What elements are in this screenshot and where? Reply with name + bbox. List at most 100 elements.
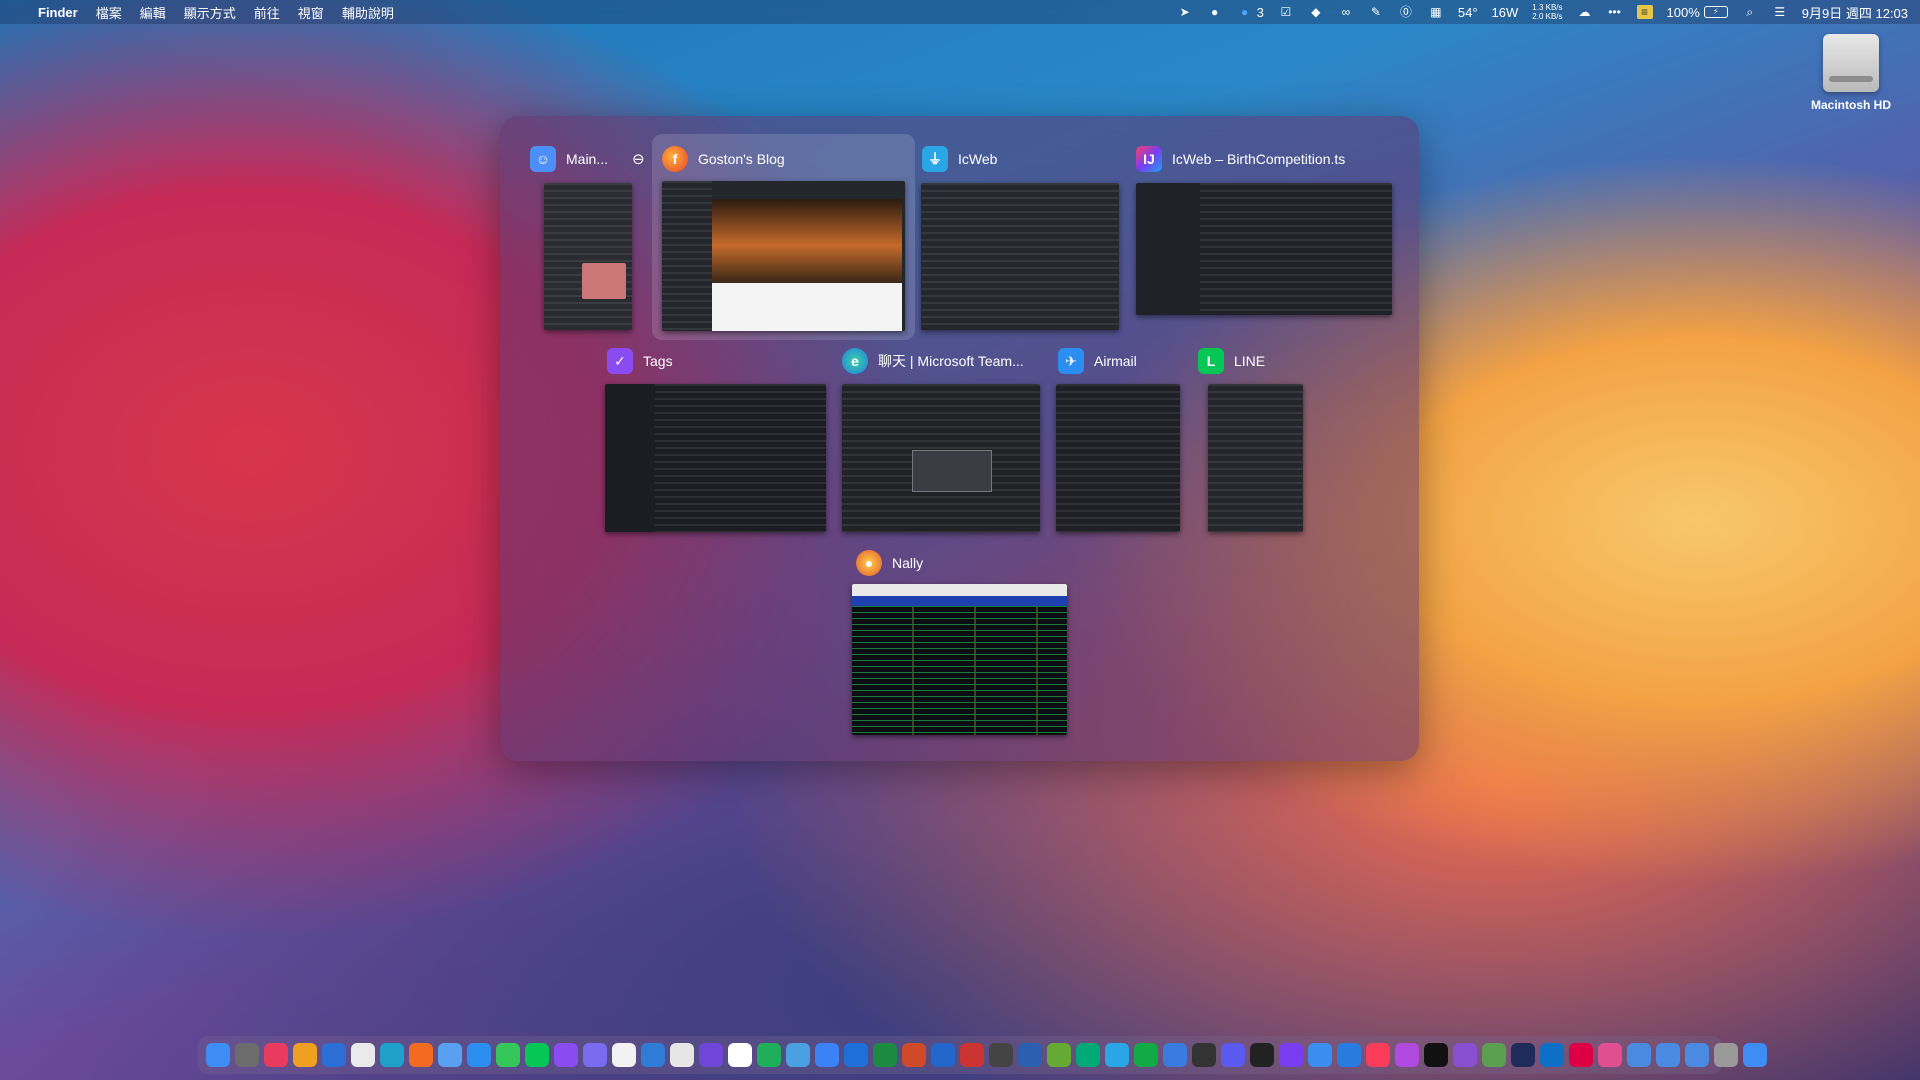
- window-thumbnail-airmail[interactable]: [1056, 384, 1180, 532]
- dock-app-icon[interactable]: [322, 1043, 346, 1067]
- dock-app-icon[interactable]: [786, 1043, 810, 1067]
- line-status-icon[interactable]: ●: [1207, 5, 1223, 19]
- dock-app-icon[interactable]: [264, 1043, 288, 1067]
- menu-file[interactable]: 檔案: [96, 3, 122, 22]
- dock-app-icon[interactable]: [1656, 1043, 1680, 1067]
- window-thumbnail-icweb[interactable]: [921, 183, 1119, 330]
- search-icon[interactable]: ⌕: [1742, 5, 1758, 19]
- window-thumbnail-tags[interactable]: [605, 384, 826, 532]
- dock-app-icon[interactable]: [438, 1043, 462, 1067]
- more-icon[interactable]: •••: [1607, 5, 1623, 19]
- dropbox-icon[interactable]: ◆: [1308, 5, 1324, 19]
- window-icweb[interactable]: ⏚ IcWeb: [922, 146, 997, 172]
- dock-app-icon[interactable]: [1569, 1043, 1593, 1067]
- dock-app-icon[interactable]: [1540, 1043, 1564, 1067]
- dock-app-icon[interactable]: [467, 1043, 491, 1067]
- dock-app-icon[interactable]: [1134, 1043, 1158, 1067]
- battery-status[interactable]: 100% ⚡: [1667, 5, 1728, 20]
- window-thumbnail-birthcompetition[interactable]: [1136, 183, 1392, 315]
- dock-app-icon[interactable]: [206, 1043, 230, 1067]
- dock-app-icon[interactable]: [1598, 1043, 1622, 1067]
- dock-app-icon[interactable]: [1714, 1043, 1738, 1067]
- network-speed[interactable]: 1.3 KB/s 2.0 KB/s: [1532, 3, 1562, 21]
- control-center-icon[interactable]: ☰: [1772, 5, 1788, 19]
- power-readout[interactable]: 16W: [1492, 5, 1519, 20]
- creative-cloud-icon[interactable]: ∞: [1338, 5, 1354, 19]
- dock-app-icon[interactable]: [728, 1043, 752, 1067]
- dock-app-icon[interactable]: [1308, 1043, 1332, 1067]
- dock-app-icon[interactable]: [1076, 1043, 1100, 1067]
- temperature-readout[interactable]: 54°: [1458, 5, 1478, 20]
- feather-icon[interactable]: ✎: [1368, 5, 1384, 19]
- dock-app-icon[interactable]: [1250, 1043, 1274, 1067]
- minimize-icon[interactable]: ⊖: [632, 150, 645, 168]
- window-microsoft-teams[interactable]: e 聊天 | Microsoft Team...: [842, 348, 1024, 374]
- dock-app-icon[interactable]: [670, 1043, 694, 1067]
- dock-app-icon[interactable]: [1511, 1043, 1535, 1067]
- window-thumbnail-nally[interactable]: [852, 584, 1067, 735]
- window-gostons-blog[interactable]: f Goston's Blog: [662, 146, 785, 172]
- dock-app-icon[interactable]: [1627, 1043, 1651, 1067]
- status-badge-count[interactable]: ● 3: [1237, 5, 1264, 20]
- window-icweb-birthcompetition[interactable]: IJ IcWeb – BirthCompetition.ts: [1136, 146, 1345, 172]
- dock-app-icon[interactable]: [1482, 1043, 1506, 1067]
- window-thumbnail-line[interactable]: [1208, 384, 1303, 532]
- window-tags[interactable]: ✓ Tags: [607, 348, 673, 374]
- dock-app-icon[interactable]: [1685, 1043, 1709, 1067]
- window-airmail[interactable]: ✈ Airmail: [1058, 348, 1137, 374]
- dock-app-icon[interactable]: [1453, 1043, 1477, 1067]
- dock-app-icon[interactable]: [757, 1043, 781, 1067]
- location-arrow-icon[interactable]: ➤: [1177, 5, 1193, 19]
- dock-app-icon[interactable]: [409, 1043, 433, 1067]
- window-main[interactable]: ☺ Main... ⊖: [530, 146, 645, 172]
- dock-app-icon[interactable]: [1395, 1043, 1419, 1067]
- dock-app-icon[interactable]: [583, 1043, 607, 1067]
- dock-app-icon[interactable]: [1163, 1043, 1187, 1067]
- window-nally[interactable]: ● Nally: [856, 550, 923, 576]
- dock-app-icon[interactable]: [1337, 1043, 1361, 1067]
- dock-app-icon[interactable]: [235, 1043, 259, 1067]
- menu-window[interactable]: 視窗: [298, 3, 324, 22]
- window-thumbnail-teams[interactable]: [842, 384, 1040, 532]
- dock-app-icon[interactable]: [873, 1043, 897, 1067]
- dock-app-icon[interactable]: [960, 1043, 984, 1067]
- dock-app-icon[interactable]: [1366, 1043, 1390, 1067]
- desktop-disk[interactable]: Macintosh HD: [1806, 34, 1896, 112]
- dock-app-icon[interactable]: [554, 1043, 578, 1067]
- dock-app-icon[interactable]: [525, 1043, 549, 1067]
- dock-app-icon[interactable]: [641, 1043, 665, 1067]
- dock-app-icon[interactable]: [815, 1043, 839, 1067]
- dock-app-icon[interactable]: [1279, 1043, 1303, 1067]
- onepassword-icon[interactable]: ⓪: [1398, 5, 1414, 19]
- window-thumbnail-main[interactable]: [544, 183, 632, 330]
- dock-app-icon[interactable]: [1192, 1043, 1216, 1067]
- dock-app-icon[interactable]: [844, 1043, 868, 1067]
- window-line[interactable]: L LINE: [1198, 348, 1265, 374]
- dock-app-icon[interactable]: [989, 1043, 1013, 1067]
- menu-app-finder[interactable]: Finder: [38, 5, 78, 20]
- dock-app-icon[interactable]: [1018, 1043, 1042, 1067]
- dock-app-icon[interactable]: [1424, 1043, 1448, 1067]
- calendar-icon[interactable]: ▦: [1428, 5, 1444, 19]
- dock-app-icon[interactable]: [699, 1043, 723, 1067]
- menu-edit[interactable]: 編輯: [140, 3, 166, 22]
- dock-app-icon[interactable]: [1221, 1043, 1245, 1067]
- window-thumbnail-blog[interactable]: [662, 181, 905, 331]
- dock-app-icon[interactable]: [496, 1043, 520, 1067]
- menu-clock[interactable]: 9月9日 週四 12:03: [1802, 3, 1908, 22]
- dock-app-icon[interactable]: [931, 1043, 955, 1067]
- menu-help[interactable]: 輔助說明: [342, 3, 394, 22]
- dock-app-icon[interactable]: [1743, 1043, 1767, 1067]
- menu-view[interactable]: 顯示方式: [184, 3, 236, 22]
- checkbox-icon[interactable]: ☑: [1278, 5, 1294, 19]
- notes-icon[interactable]: ≡: [1636, 5, 1653, 19]
- cloud-icon[interactable]: ☁: [1577, 5, 1593, 19]
- menu-go[interactable]: 前往: [254, 3, 280, 22]
- dock-app-icon[interactable]: [351, 1043, 375, 1067]
- dock-app-icon[interactable]: [380, 1043, 404, 1067]
- dock-app-icon[interactable]: [1105, 1043, 1129, 1067]
- dock-app-icon[interactable]: [612, 1043, 636, 1067]
- dock-app-icon[interactable]: [1047, 1043, 1071, 1067]
- dock-app-icon[interactable]: [902, 1043, 926, 1067]
- dock-app-icon[interactable]: [293, 1043, 317, 1067]
